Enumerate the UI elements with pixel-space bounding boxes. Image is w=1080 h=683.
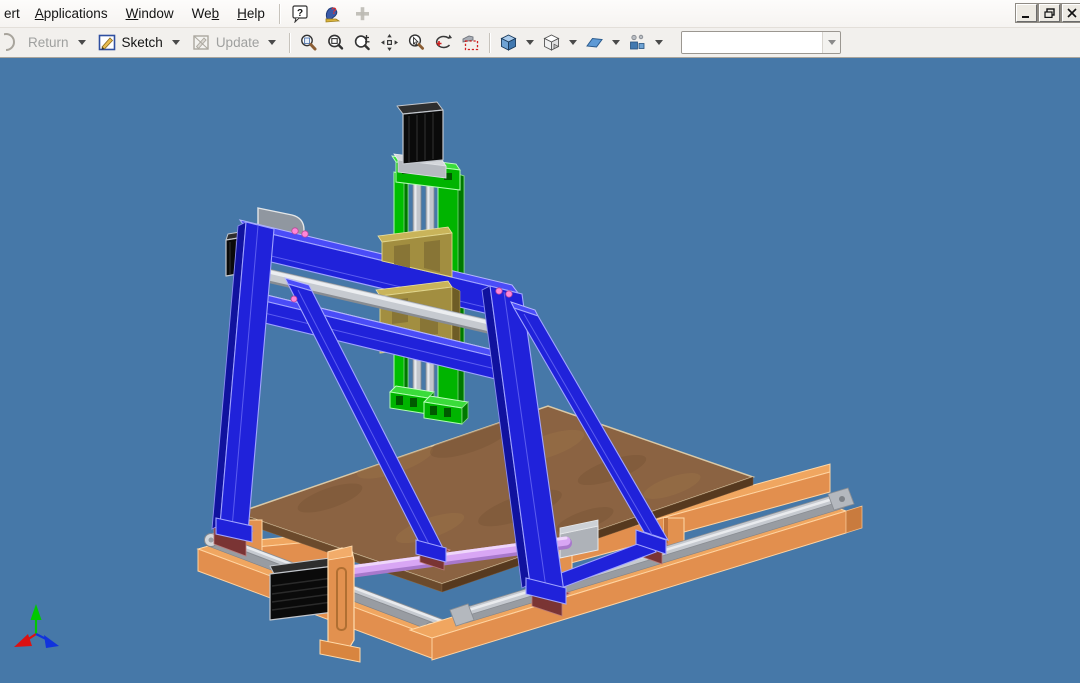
add-icon (353, 4, 372, 23)
menu-separator (279, 4, 280, 24)
component-display-button[interactable] (624, 31, 651, 55)
zoom-window-icon (326, 33, 345, 52)
sketch-dropdown-arrow[interactable] (172, 40, 180, 45)
restore-view-button[interactable] (457, 31, 484, 55)
display-hidden-edge-icon (542, 33, 561, 52)
zoom-selected-button[interactable] (403, 31, 430, 55)
rotate-view-icon (434, 33, 453, 52)
menu-item-insert-partial[interactable]: ert (1, 2, 26, 25)
display-shaded-icon (499, 33, 518, 52)
menu-item-applications[interactable]: Applications (26, 2, 117, 25)
sketch-face-icon (585, 33, 604, 52)
menu-bar: ert Applications Window Web Help ? ? (0, 0, 1080, 28)
update-icon (192, 33, 211, 52)
return-button[interactable]: Return (0, 31, 94, 54)
sketch-button[interactable]: Sketch (94, 31, 188, 54)
assistant-icon[interactable]: ? (322, 4, 341, 23)
zoom-in-out-icon (353, 33, 372, 52)
update-dropdown-arrow[interactable] (268, 40, 276, 45)
view-combobox-dropdown[interactable] (822, 32, 840, 53)
restore-button[interactable] (1039, 4, 1060, 22)
return-dropdown-arrow[interactable] (78, 40, 86, 45)
component-display-icon (628, 33, 647, 52)
minimize-button[interactable] (1016, 4, 1037, 22)
menu-item-help[interactable]: Help (228, 2, 274, 25)
z-motor (397, 102, 443, 164)
return-icon (4, 33, 23, 52)
pan-icon (380, 33, 399, 52)
zoom-window-button[interactable] (322, 31, 349, 55)
view-combobox[interactable] (681, 31, 841, 54)
svg-text:?: ? (297, 8, 303, 19)
application-window: ert Applications Window Web Help ? ? (0, 0, 1080, 683)
context-help-icon[interactable]: ? (291, 4, 310, 23)
sketch-face-button[interactable] (581, 31, 608, 55)
menu-item-web[interactable]: Web (183, 2, 229, 25)
window-controls (1016, 4, 1080, 22)
zoom-drawing-button[interactable] (295, 31, 322, 55)
zoom-selected-icon (407, 33, 426, 52)
sketch-icon (98, 33, 117, 52)
rotate-view-button[interactable] (430, 31, 457, 55)
view-combobox-input[interactable] (682, 32, 822, 53)
display-hidden-edge-button[interactable] (538, 31, 565, 55)
menu-item-window[interactable]: Window (117, 2, 183, 25)
zoom-in-out-button[interactable] (349, 31, 376, 55)
svg-text:?: ? (331, 6, 337, 16)
toolbar: Return Sketch Update (0, 28, 1080, 58)
display-hidden-edge-dropdown[interactable] (569, 40, 577, 45)
display-shaded-dropdown[interactable] (526, 40, 534, 45)
pan-button[interactable] (376, 31, 403, 55)
update-button[interactable]: Update (188, 31, 285, 54)
component-display-dropdown[interactable] (655, 40, 663, 45)
restore-view-icon (461, 33, 480, 52)
display-shaded-button[interactable] (495, 31, 522, 55)
close-button[interactable] (1062, 4, 1080, 22)
sketch-face-dropdown[interactable] (612, 40, 620, 45)
zoom-drawing-icon (299, 33, 318, 52)
viewport-3d[interactable] (0, 59, 1080, 683)
